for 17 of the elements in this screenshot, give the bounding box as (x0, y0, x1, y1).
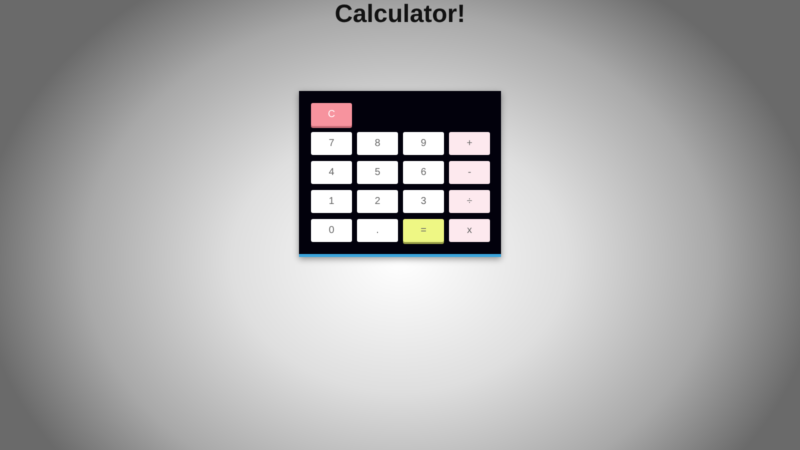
digit-button[interactable]: 8 (357, 132, 398, 155)
operator-button[interactable]: ÷ (449, 190, 490, 213)
equals-button[interactable]: = (403, 219, 444, 242)
digit-button[interactable]: 0 (311, 219, 352, 242)
digit-button[interactable]: 4 (311, 161, 352, 184)
digit-button[interactable]: 9 (403, 132, 444, 155)
digit-button[interactable]: 3 (403, 190, 444, 213)
operator-button[interactable]: + (449, 132, 490, 155)
operator-button[interactable]: x (449, 219, 490, 242)
digit-button[interactable]: 6 (403, 161, 444, 184)
page-title: Calculator! (334, 0, 466, 28)
digit-button[interactable]: 2 (357, 190, 398, 213)
digit-button[interactable]: 1 (311, 190, 352, 213)
digit-button[interactable]: 5 (357, 161, 398, 184)
digit-button[interactable]: 7 (311, 132, 352, 155)
digit-button[interactable]: . (357, 219, 398, 242)
operator-button[interactable]: - (449, 161, 490, 184)
